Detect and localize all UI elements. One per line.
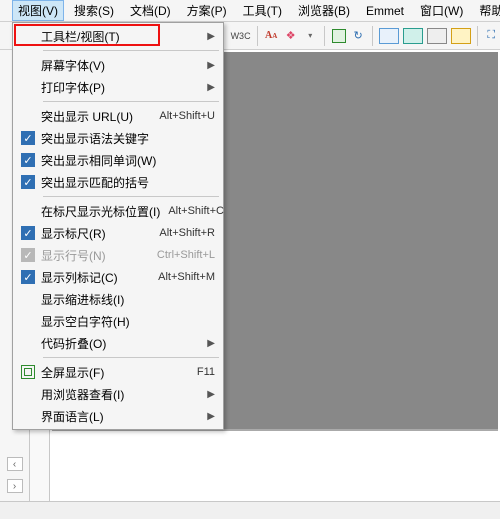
panel-blue-icon[interactable] [378,25,400,47]
refresh-icon[interactable]: ↻ [349,25,367,47]
check-icon: ✓ [21,175,35,189]
menu-item-screen-font[interactable]: 屏幕字体(V) ▶ [15,54,221,76]
menubar-item-project[interactable]: 方案(P) [181,0,233,21]
chevron-right-icon[interactable]: › [7,479,23,493]
panel-gray-icon[interactable] [426,25,448,47]
menubar-item-document[interactable]: 文档(D) [124,0,177,21]
menubar-item-tools[interactable]: 工具(T) [237,0,288,21]
fullscreen-icon [21,365,35,379]
chevron-right-icon: ▶ [201,31,215,42]
menubar-item-help[interactable]: 帮助(H) [473,0,500,21]
menu-separator [43,50,219,51]
menu-item-code-folding[interactable]: 代码折叠(O) ▶ [15,332,221,354]
separator-icon [257,26,258,46]
menu-item-whitespace[interactable]: 显示空白字符(H) [15,310,221,332]
w3c-icon[interactable]: W3C [230,25,252,47]
toggle-a-icon[interactable] [330,25,348,47]
menu-item-toolbars[interactable]: 工具栏/视图(T) ▶ [15,25,221,47]
menu-item-print-font[interactable]: 打印字体(P) ▶ [15,76,221,98]
menu-item-ui-language[interactable]: 界面语言(L) ▶ [15,405,221,427]
separator-icon [372,26,373,46]
chevron-right-icon: ▶ [201,411,215,422]
separator-icon [477,26,478,46]
menu-item-highlight-brackets[interactable]: ✓ 突出显示匹配的括号 [15,171,221,193]
menu-separator [43,196,219,197]
separator-icon [324,26,325,46]
menubar-item-window[interactable]: 窗口(W) [414,0,469,21]
menu-item-indent-lines[interactable]: 显示缩进标线(I) [15,288,221,310]
editor-blank-panel [52,429,498,499]
menubar-item-browser[interactable]: 浏览器(B) [292,0,356,21]
view-menu: 工具栏/视图(T) ▶ 屏幕字体(V) ▶ 打印字体(P) ▶ 突出显示 URL… [12,22,224,430]
menu-item-column-marker[interactable]: ✓ 显示列标记(C) Alt+Shift+M [15,266,221,288]
panel-yellow-icon[interactable] [450,25,472,47]
check-icon: ✓ [21,226,35,240]
chevron-right-icon: ▶ [201,60,215,71]
menu-item-highlight-syntax[interactable]: ✓ 突出显示语法关键字 [15,127,221,149]
panel-teal-icon[interactable] [402,25,424,47]
menu-item-line-numbers[interactable]: ✓ 显示行号(N) Ctrl+Shift+L [15,244,221,266]
menu-item-fullscreen[interactable]: 全屏显示(F) F11 [15,361,221,383]
dropdown-icon[interactable]: ▾ [301,25,319,47]
menu-item-show-ruler[interactable]: ✓ 显示标尺(R) Alt+Shift+R [15,222,221,244]
menu-item-highlight-same-word[interactable]: ✓ 突出显示相同单词(W) [15,149,221,171]
menu-item-view-in-browser[interactable]: 用浏览器查看(I) ▶ [15,383,221,405]
check-icon: ✓ [21,248,35,262]
menubar-item-view[interactable]: 视图(V) [12,0,64,21]
check-icon: ✓ [21,270,35,284]
menu-separator [43,101,219,102]
chevron-right-icon: ▶ [201,338,215,349]
menubar: 视图(V) 搜索(S) 文档(D) 方案(P) 工具(T) 浏览器(B) Emm… [0,0,500,22]
menubar-item-emmet[interactable]: Emmet [360,2,410,20]
font-size-icon[interactable]: AA [262,25,280,47]
menubar-item-search[interactable]: 搜索(S) [68,0,120,21]
chevron-left-icon[interactable]: ‹ [7,457,23,471]
menu-separator [43,357,219,358]
check-icon: ✓ [21,131,35,145]
expand-icon[interactable]: ⛶ [483,25,500,47]
chevron-right-icon: ▶ [201,82,215,93]
statusbar [0,501,500,519]
menu-item-highlight-url[interactable]: 突出显示 URL(U) Alt+Shift+U [15,105,221,127]
check-icon: ✓ [21,153,35,167]
palette-icon[interactable]: ❖ [282,25,300,47]
menu-item-ruler-cursor[interactable]: 在标尺显示光标位置(I) Alt+Shift+C [15,200,221,222]
chevron-right-icon: ▶ [201,389,215,400]
